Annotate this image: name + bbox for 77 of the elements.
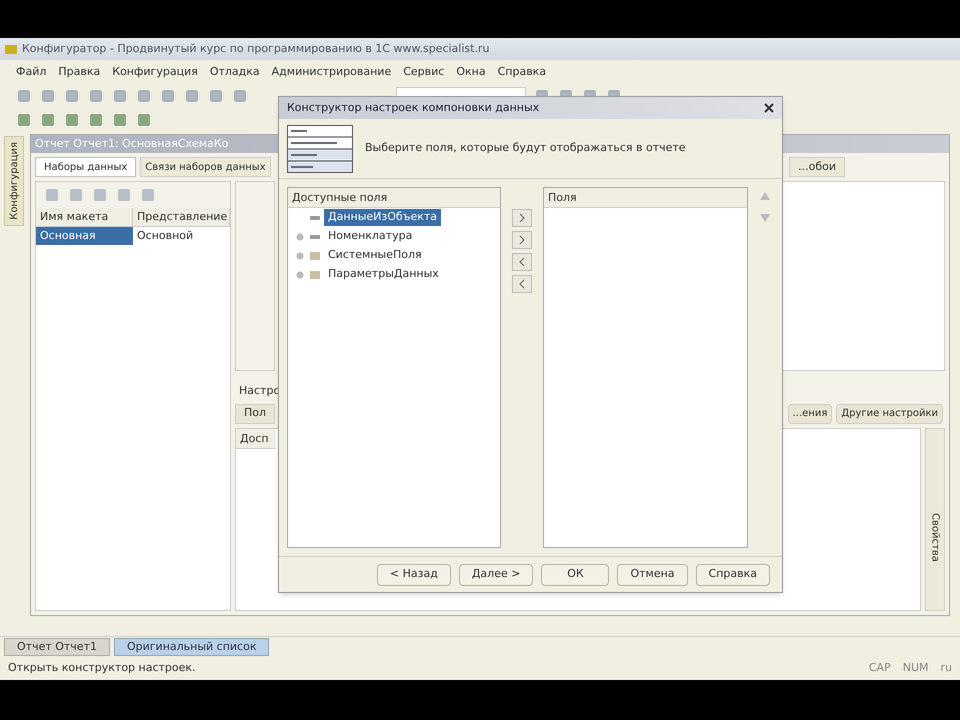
child-window-title: Отчет Отчет1: ОсновнаяСхемаКо [35,136,228,152]
menu-item[interactable]: Администрирование [272,64,392,80]
toolbar-icon[interactable] [40,112,56,128]
status-text: Открыть конструктор настроек. [8,660,197,676]
field-icon [310,216,320,220]
move-left-icon[interactable] [512,275,532,293]
dialog-button[interactable]: ОК [541,564,610,586]
toolbar-icon[interactable] [16,88,32,104]
settings-button[interactable]: ...ения [788,404,832,424]
toolbar-icon[interactable] [68,187,84,203]
column-header: Поля [544,188,747,208]
tree-item[interactable]: ПараметрыДанных [324,266,443,283]
tree-item[interactable]: СистемныеПоля [324,247,426,264]
settings-button[interactable]: Другие настройки [836,404,943,424]
menu-item[interactable]: Сервис [403,64,444,80]
dialog-button[interactable]: Отмена [617,564,688,586]
toolbar-icon[interactable] [64,88,80,104]
toolbar-icon[interactable] [112,88,128,104]
menu-item[interactable]: Правка [58,64,100,80]
table-preview-icon [287,124,353,172]
column-header: Досп [236,428,276,448]
toolbar-icon[interactable] [232,88,248,104]
field-icon [310,234,320,238]
window-title: Конфигуратор - Продвинутый курс по программированию в 1С www.specialist.ru [22,40,490,57]
dialog-button[interactable]: < Назад [376,564,451,586]
toolbar-icon[interactable] [184,88,200,104]
toolbar-icon[interactable] [116,187,132,203]
dialog-button[interactable]: Справка [696,564,770,586]
menu-item[interactable]: Окна [456,64,486,80]
menu-item[interactable]: Отладка [210,64,260,80]
toolbar-icon[interactable] [16,112,32,128]
status-indicator: ru [940,660,952,676]
expand-icon[interactable] [296,252,304,260]
move-right-icon[interactable] [512,209,532,227]
move-down-icon[interactable] [759,213,771,223]
close-icon[interactable] [764,103,774,113]
toolbar-icon[interactable] [136,88,152,104]
toolbar-icon[interactable] [64,112,80,128]
table-cell[interactable]: Основная [36,227,133,245]
toolbar-icon[interactable] [112,112,128,128]
sidebar-tab[interactable]: Конфигурация [4,136,24,226]
expand-icon[interactable] [296,232,304,240]
instruction-text: Выберите поля, которые будут отображаться в отчете [365,140,686,156]
tab[interactable]: Наборы данных [35,157,136,177]
toolbar-icon[interactable] [88,88,104,104]
menu-item[interactable]: Конфигурация [112,64,198,80]
status-indicator: NUM [902,660,928,676]
status-indicator: CAP [868,660,891,676]
toolbar-icon[interactable] [88,112,104,128]
toolbar-icon[interactable] [160,88,176,104]
tree-item[interactable]: Номенклатура [324,228,416,245]
taskbar-item[interactable]: Отчет Отчет1 [4,638,110,656]
expand-icon[interactable] [296,270,304,278]
move-up-icon[interactable] [759,191,771,201]
toolbar-icon[interactable] [140,187,156,203]
taskbar-item[interactable]: Оригинальный список [114,638,270,656]
app-icon [4,42,18,56]
move-right-icon[interactable] [512,231,532,249]
table-cell[interactable]: Основной [133,227,230,245]
tab[interactable]: Пол [235,404,276,424]
column-header: Представление [133,208,230,226]
menu-item[interactable]: Справка [498,64,546,80]
toolbar-icon[interactable] [208,88,224,104]
toolbar-icon[interactable] [92,187,108,203]
tab[interactable]: ...обои [789,157,845,177]
sidebar-tab-label: Конфигурация [8,142,20,220]
dialog-title: Конструктор настроек компоновки данных [287,100,540,116]
toolbar-icon[interactable] [136,112,152,128]
dialog-button[interactable]: Далее > [458,564,534,586]
menu-item[interactable]: Файл [16,64,46,80]
column-header: Имя макета [36,208,133,226]
tab[interactable]: Связи наборов данных [140,157,271,177]
column-header: Доступные поля [288,188,500,208]
toolbar-icon[interactable] [40,88,56,104]
move-left-icon[interactable] [512,253,532,271]
toolbar-icon[interactable] [44,187,60,203]
tree-item[interactable]: ДанныеИзОбъекта [324,209,442,226]
